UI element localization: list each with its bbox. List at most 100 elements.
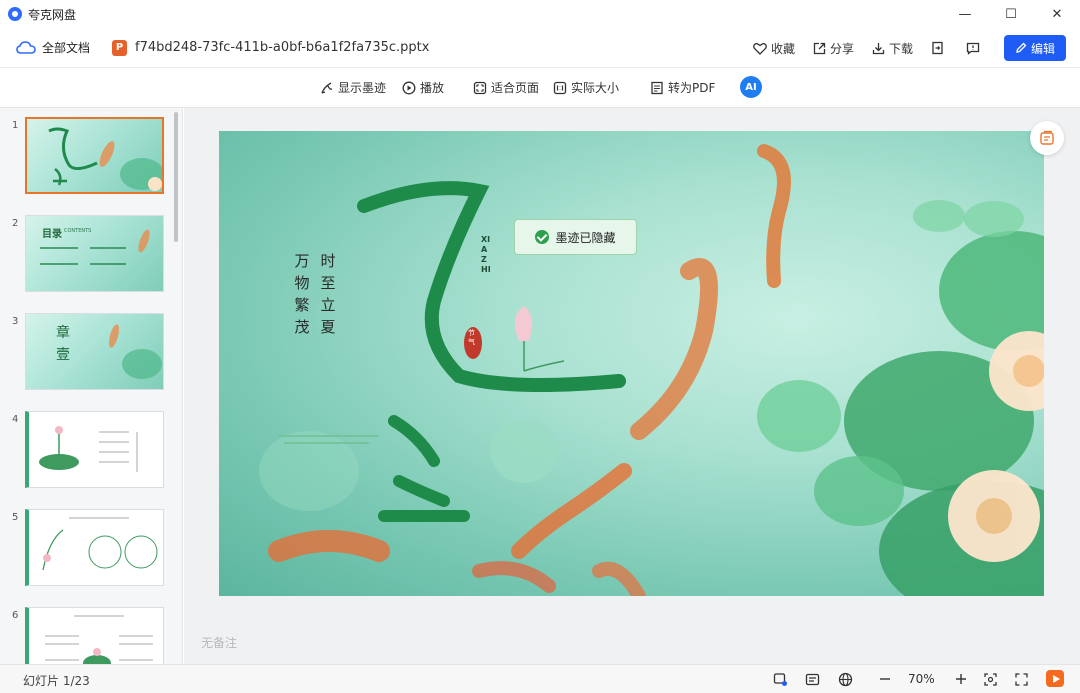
thumbnail-slide-6[interactable] [25,607,164,664]
play-circle-icon [402,81,416,94]
check-circle-icon [535,230,550,244]
cloud-icon[interactable] [16,40,36,56]
thumbnail-subtitle: CONTENTS [64,228,92,234]
download-label: 下载 [888,41,913,56]
convert-pdf-button[interactable]: 转为PDF [650,79,715,96]
app-logo-icon [8,7,22,21]
pptx-file-icon: P [112,39,128,56]
file-name: f74bd248-73fc-411b-a0bf-b6a1f2fa735c.ppt… [135,40,430,55]
thumbnail-number: 1 [12,120,19,131]
lotus-flower-bottom [948,470,1040,562]
plus-icon [956,674,966,684]
language-button[interactable] [837,671,853,687]
slide-text-column-1: 万物繁茂 [294,252,310,336]
globe-icon [838,672,852,686]
zoom-in-button[interactable] [953,671,969,687]
slide-text-column-2: 时至立夏 [320,252,336,336]
minus-icon [880,678,890,680]
thumbnail-number: 4 [12,414,19,425]
slide-pinyin: XIA ZHI [481,235,491,274]
download-icon [872,42,885,54]
slide-view-button[interactable] [772,671,788,687]
slideshow-play-button[interactable] [1046,670,1064,687]
fit-page-button[interactable]: 适合页面 [473,79,539,96]
convert-pdf-label: 转为PDF [668,81,716,95]
thumbnail-slide-4[interactable] [25,411,164,488]
edit-label: 编辑 [1030,41,1055,56]
notes-toggle-button[interactable] [804,671,820,687]
slide-view-icon [773,672,787,686]
toast-text: 墨迹已隐藏 [555,230,616,245]
pencil-icon [1016,42,1027,53]
show-ink-button[interactable]: 显示墨迹 [320,79,386,96]
actual-size-icon [553,81,567,94]
heart-icon [753,42,767,55]
actual-size-button[interactable]: 实际大小 [553,79,619,96]
edit-button[interactable]: 编辑 [1004,35,1066,61]
fit-page-label: 适合页面 [491,81,540,95]
fullscreen-icon [1014,672,1028,686]
minimize-button[interactable]: — [942,0,988,28]
thumbnail-scrollbar[interactable] [174,112,178,242]
export-icon [932,41,943,55]
app-title: 夸克网盘 [28,7,77,22]
thumbnail-art [109,324,162,379]
thumbnail-art [45,615,153,664]
thumbnail-item[interactable]: 3 章 壹 [0,312,182,396]
feedback-button[interactable] [966,42,984,55]
fullscreen-button[interactable] [1013,671,1029,687]
notes-placeholder[interactable]: 无备注 [201,634,237,651]
feedback-icon [966,42,980,55]
play-button[interactable]: 播放 [402,79,444,96]
zoom-out-button[interactable] [877,671,893,687]
thumbnail-item[interactable]: 4 [0,410,182,494]
slide-thumbnail-panel[interactable]: 1 2 目录 CONTENTS 3 章 壹 4 5 6 [0,108,183,664]
thumbnail-slide-1[interactable] [25,117,164,194]
slide-artwork [259,144,1044,596]
thumbnail-item[interactable]: 1 [0,116,182,200]
title-bar: 夸克网盘 — ☐ ✕ [0,0,1080,28]
slide-seal-text: 节气 [468,329,475,346]
thumbnail-art [42,517,158,571]
share-label: 分享 [829,41,854,56]
thumbnail-art [39,426,138,472]
close-button[interactable]: ✕ [1034,0,1080,28]
window-controls: — ☐ ✕ [942,0,1080,28]
show-ink-label: 显示墨迹 [338,81,387,95]
slide-preview-area: 万物繁茂 时至立夏 XIA ZHI 节气 墨迹已隐藏 无备注 [184,108,1080,664]
thumbnail-slide-2[interactable]: 目录 CONTENTS [25,215,164,292]
current-slide[interactable]: 万物繁茂 时至立夏 XIA ZHI 节气 墨迹已隐藏 [219,131,1044,596]
thumbnail-toggle-button[interactable] [1030,121,1064,155]
download-button[interactable]: 下载 [872,40,913,57]
thumbnail-chapter-num: 壹 [56,347,70,363]
notes-icon [805,673,819,685]
thumbnail-number: 3 [12,316,19,327]
all-documents-link[interactable]: 全部文档 [42,39,90,56]
thumbnail-slide-5[interactable] [25,509,164,586]
slides-panel-icon [1040,130,1054,145]
zoom-level[interactable]: 70% [908,672,935,686]
thumbnail-number: 5 [12,512,19,523]
thumbnail-item[interactable]: 2 目录 CONTENTS [0,214,182,298]
thumbnail-slide-3[interactable]: 章 壹 [25,313,164,390]
share-button[interactable]: 分享 [813,40,854,57]
favorite-button[interactable]: 收藏 [753,40,795,57]
fit-window-button[interactable] [982,671,998,687]
header-actions: 收藏 分享 下载 编辑 [735,34,1066,62]
thumbnail-art [48,127,162,191]
thumbnail-title: 目录 [42,229,62,240]
thumbnail-item[interactable]: 5 [0,508,182,592]
fit-window-icon [983,672,997,686]
viewer-toolbar: 显示墨迹 播放 适合页面 实际大小 转为PDF AI [0,68,1080,108]
ink-hidden-toast: 墨迹已隐藏 [514,219,637,255]
ai-assistant-button[interactable]: AI [740,76,762,98]
maximize-button[interactable]: ☐ [988,0,1034,28]
thumbnail-item[interactable]: 6 [0,606,182,664]
export-button[interactable] [931,41,948,55]
share-icon [813,42,826,54]
thumbnail-number: 2 [12,218,19,229]
thumbnail-chapter-char: 章 [56,325,70,341]
play-label: 播放 [420,81,445,95]
ink-pen-icon [321,81,333,94]
actual-size-label: 实际大小 [571,81,620,95]
